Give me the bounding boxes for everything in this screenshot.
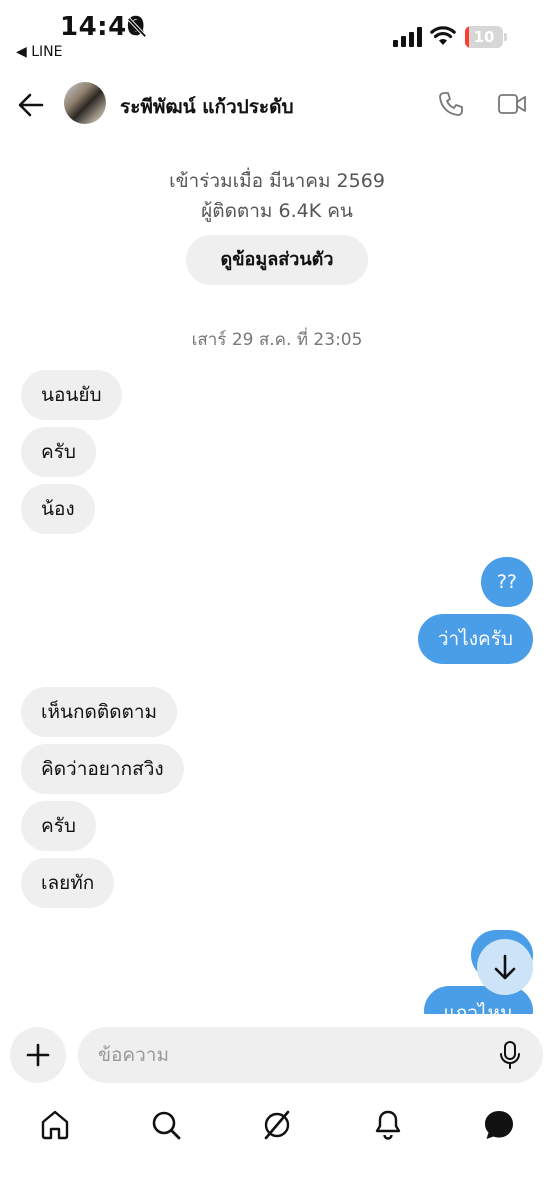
message-input-container xyxy=(78,1027,543,1083)
back-to-app-link[interactable]: ◀ LINE xyxy=(16,44,62,60)
contact-avatar[interactable] xyxy=(64,82,106,124)
cellular-signal-icon xyxy=(393,27,422,47)
messages-icon[interactable] xyxy=(482,1108,516,1142)
arrow-down-icon xyxy=(494,954,516,980)
message-bubble-outgoing[interactable]: ?? xyxy=(480,557,533,607)
message-bubble-incoming[interactable]: น้อง xyxy=(21,484,95,534)
wifi-icon xyxy=(430,26,456,45)
message-bubble-outgoing[interactable]: ว่าไงครับ xyxy=(417,614,533,664)
view-profile-button[interactable]: ดูข้อมูลส่วนตัว xyxy=(186,235,368,285)
message-bubble-incoming[interactable]: เลยทัก xyxy=(21,858,115,908)
explore-icon[interactable] xyxy=(260,1108,294,1142)
joined-date: เข้าร่วมเมื่อ มีนาคม 2569 xyxy=(169,170,385,192)
scroll-to-bottom-button[interactable] xyxy=(477,939,533,995)
back-arrow-icon[interactable] xyxy=(18,92,44,118)
bell-muted-icon xyxy=(127,17,147,38)
bottom-navigation xyxy=(0,1100,554,1150)
message-input[interactable] xyxy=(98,1027,478,1083)
status-bar: 14:40 ◀ LINE 10 xyxy=(0,0,554,70)
phone-call-icon[interactable] xyxy=(437,90,465,118)
message-bubble-incoming[interactable]: คิดว่าอยากสวิง xyxy=(21,744,184,794)
microphone-icon[interactable] xyxy=(498,1041,522,1069)
plus-icon xyxy=(26,1043,50,1067)
search-icon[interactable] xyxy=(149,1108,183,1142)
add-attachment-button[interactable] xyxy=(10,1027,66,1083)
message-bubble-incoming[interactable]: ครับ xyxy=(21,427,96,477)
chat-header: ระพีพัฒน์ แก้วประดับ xyxy=(0,76,554,136)
conversation-timestamp: เสาร์ 29 ส.ค. ที่ 23:05 xyxy=(191,330,363,350)
message-bubble-incoming[interactable]: ครับ xyxy=(21,801,96,851)
message-composer xyxy=(0,1014,554,1094)
home-icon[interactable] xyxy=(38,1108,72,1142)
battery-indicator: 10 xyxy=(465,26,507,48)
message-bubble-incoming[interactable]: นอนยับ xyxy=(21,370,122,420)
battery-level: 10 xyxy=(473,28,495,46)
notifications-icon[interactable] xyxy=(371,1108,405,1142)
video-call-icon[interactable] xyxy=(497,92,527,116)
message-bubble-incoming[interactable]: เห็นกดติดตาม xyxy=(21,687,178,737)
follower-count: ผู้ติดตาม 6.4K คน xyxy=(201,200,353,222)
contact-name[interactable]: ระพีพัฒน์ แก้วประดับ xyxy=(120,92,294,122)
